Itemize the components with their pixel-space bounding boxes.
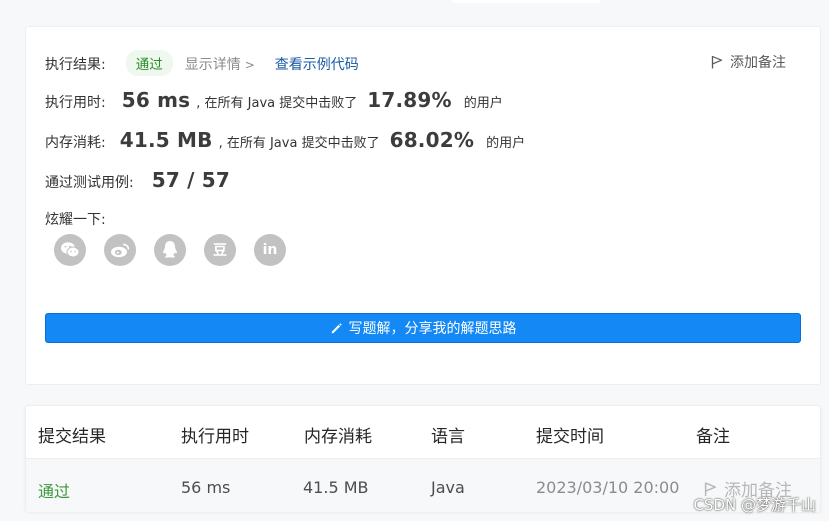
- top-strip: [452, 0, 600, 3]
- wechat-glyph: [61, 242, 80, 258]
- share-icons: 豆 in: [54, 234, 286, 266]
- show-details-label: 显示详情: [184, 57, 241, 73]
- runtime-row: 执行用时: 56 ms , 在所有 Java 提交中击败了 17.89% 的用户: [45, 88, 503, 112]
- header-language: 语言: [431, 427, 465, 447]
- linkedin-icon[interactable]: in: [254, 234, 286, 266]
- qq-icon[interactable]: [154, 234, 186, 266]
- row-language: Java: [431, 478, 465, 497]
- memory-value: 41.5 MB: [119, 128, 213, 152]
- header-runtime: 执行用时: [181, 427, 249, 447]
- row-memory: 41.5 MB: [303, 478, 369, 497]
- show-details-link[interactable]: 显示详情 >: [185, 54, 255, 74]
- weibo-glyph: [111, 243, 130, 258]
- add-note-label: 添加备注: [730, 55, 786, 71]
- weibo-icon[interactable]: [104, 234, 136, 266]
- header-submitted-at: 提交时间: [536, 427, 604, 447]
- view-example-code-link[interactable]: 查看示例代码: [275, 54, 359, 74]
- memory-label: 内存消耗:: [45, 135, 106, 151]
- write-solution-button[interactable]: 写题解，分享我的解题思路: [45, 313, 801, 343]
- runtime-beat-text: , 在所有 Java 提交中击败了: [196, 96, 358, 111]
- result-row: 执行结果: 通过 显示详情 > 查看示例代码: [45, 50, 359, 77]
- flag-icon: [711, 55, 723, 69]
- tests-value: 57 / 57: [151, 168, 231, 192]
- tests-row: 通过测试用例: 57 / 57: [45, 168, 230, 192]
- memory-tail: 的用户: [486, 136, 526, 151]
- add-note-button[interactable]: 添加备注: [711, 52, 786, 72]
- table-header: 提交结果 执行用时 内存消耗 语言 提交时间 备注: [26, 406, 820, 459]
- share-label: 炫耀一下:: [45, 212, 106, 228]
- submission-result-card: 执行结果: 通过 显示详情 > 查看示例代码 添加备注 执行用时: 56 ms ,…: [25, 26, 821, 385]
- row-submitted-at: 2023/03/10 20:00: [536, 478, 680, 497]
- tests-label: 通过测试用例:: [45, 175, 134, 191]
- row-runtime: 56 ms: [181, 478, 231, 497]
- write-solution-label: 写题解，分享我的解题思路: [348, 321, 517, 337]
- qq-glyph: [163, 241, 177, 258]
- header-result: 提交结果: [38, 427, 106, 447]
- watermark: CSDN @梦游千山: [693, 496, 816, 514]
- chevron-right-icon: >: [244, 58, 255, 72]
- header-memory: 内存消耗: [304, 427, 372, 447]
- runtime-label: 执行用时:: [45, 95, 106, 111]
- runtime-value: 56 ms: [121, 88, 191, 112]
- pencil-icon: [331, 322, 342, 333]
- row-result-link[interactable]: 通过: [38, 478, 70, 502]
- result-label: 执行结果:: [45, 57, 106, 73]
- memory-beat-text: , 在所有 Java 提交中击败了: [218, 136, 380, 151]
- status-badge: 通过: [125, 50, 173, 76]
- share-label-row: 炫耀一下:: [45, 209, 106, 229]
- douban-icon[interactable]: 豆: [204, 234, 236, 266]
- header-note: 备注: [696, 427, 730, 447]
- runtime-percent: 17.89%: [367, 88, 452, 112]
- runtime-tail: 的用户: [463, 96, 503, 111]
- memory-row: 内存消耗: 41.5 MB , 在所有 Java 提交中击败了 68.02% 的…: [45, 128, 525, 152]
- wechat-icon[interactable]: [54, 234, 86, 266]
- memory-percent: 68.02%: [389, 128, 475, 152]
